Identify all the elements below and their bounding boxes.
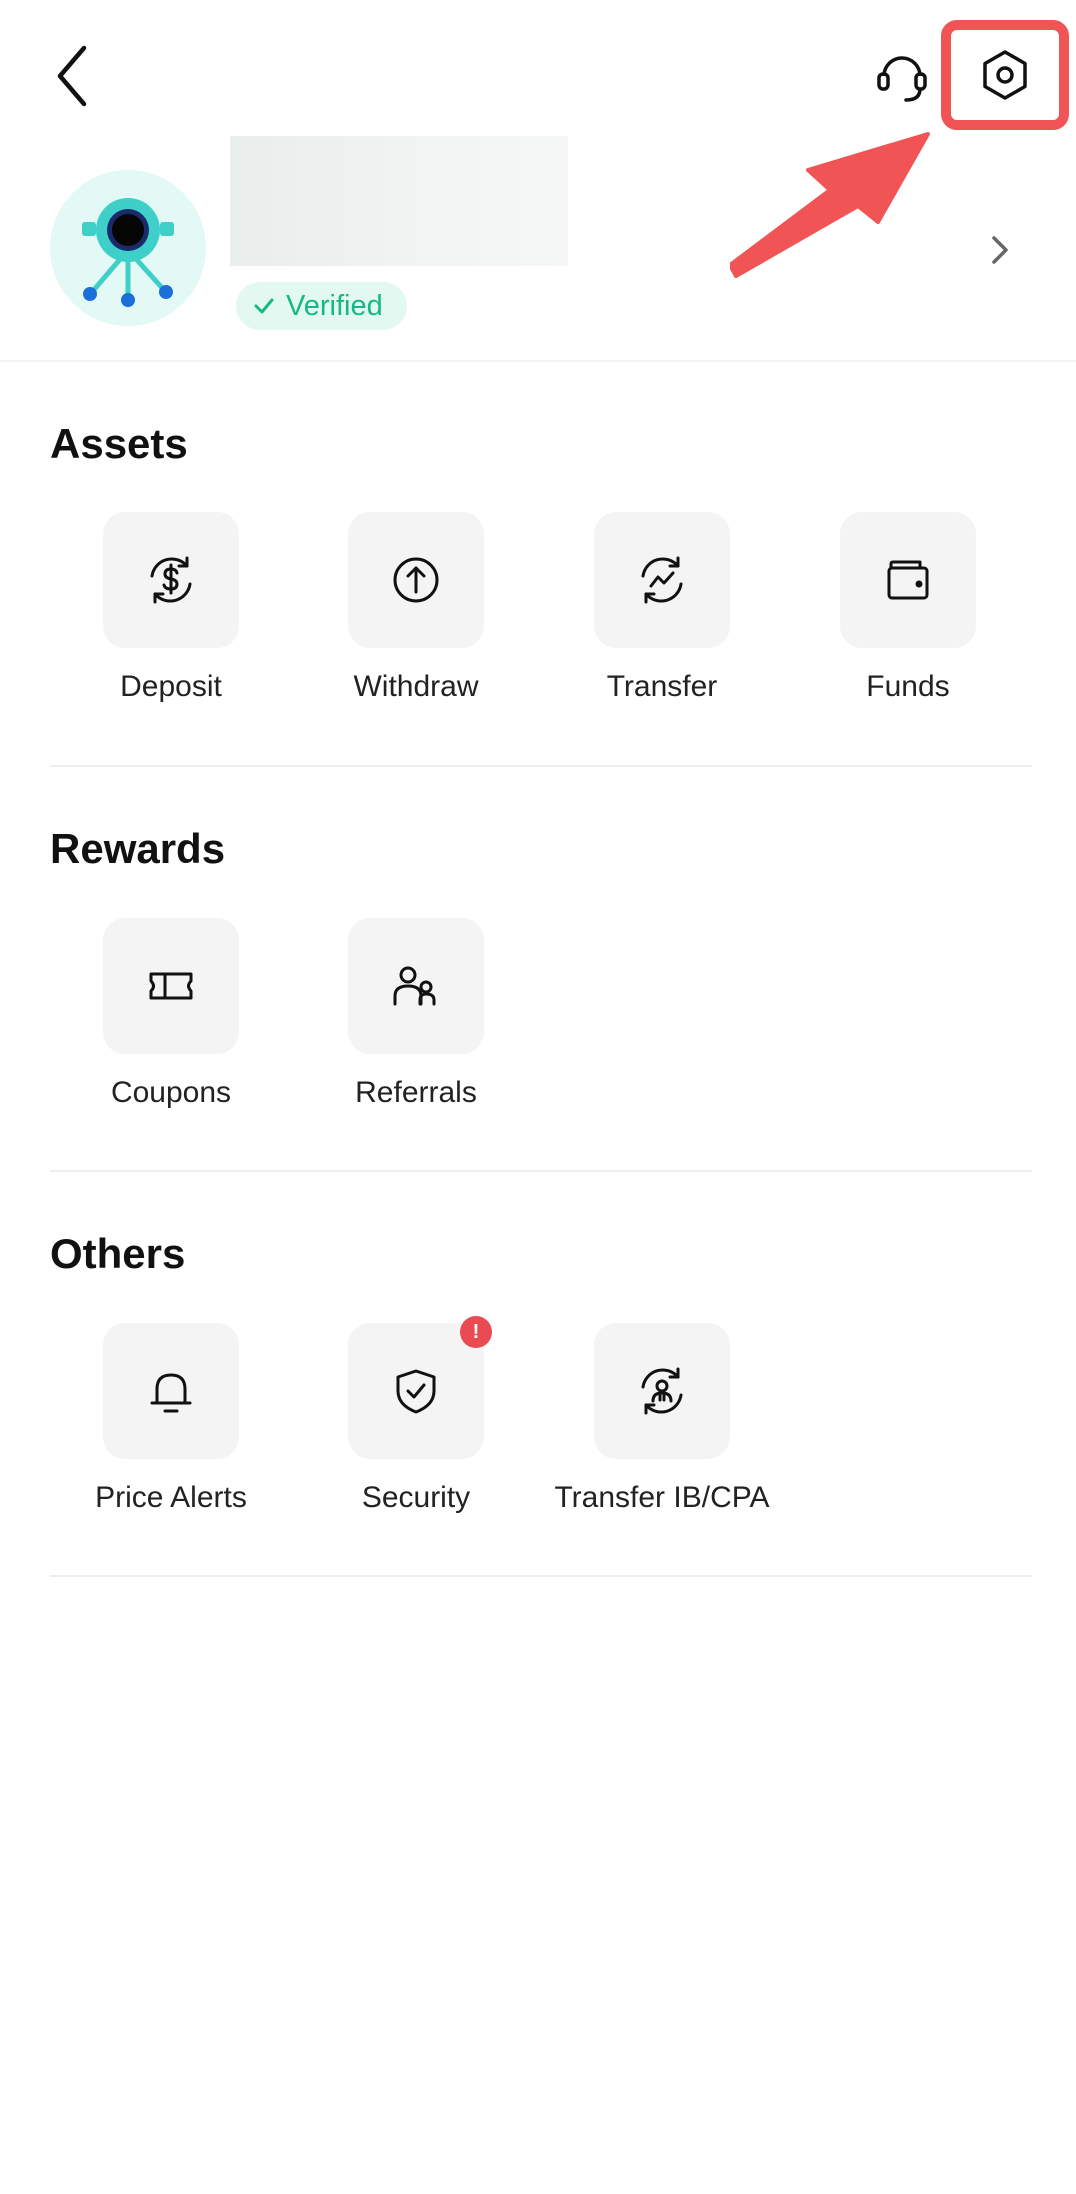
back-button[interactable]: [48, 40, 100, 112]
coupons-button[interactable]: Coupons: [61, 918, 281, 1110]
settings-button[interactable]: [941, 20, 1069, 130]
transfer-ib-cpa-tile: [594, 1323, 730, 1459]
security-button[interactable]: ! Security: [306, 1316, 526, 1515]
headset-icon: [877, 56, 927, 102]
price-alerts-label: Price Alerts: [95, 1481, 247, 1514]
verified-label: Verified: [286, 289, 383, 322]
withdraw-button[interactable]: Withdraw: [306, 512, 526, 704]
chart-cycle-icon: [641, 556, 683, 604]
wallet-icon: [887, 560, 929, 600]
section-title-rewards: Rewards: [50, 825, 226, 872]
profile-details-button[interactable]: [985, 230, 1015, 270]
username-redacted: [230, 136, 568, 266]
referrals-button[interactable]: Referrals: [306, 918, 526, 1110]
red-arrow-annotation: [730, 132, 930, 278]
divider: [50, 765, 1032, 767]
users-icon: [393, 966, 436, 1006]
referrals-tile: [348, 918, 484, 1054]
chevron-right-icon: [992, 236, 1008, 264]
divider: [0, 360, 1076, 362]
coupons-tile: [103, 918, 239, 1054]
withdraw-tile: [348, 512, 484, 648]
security-label: Security: [361, 1481, 471, 1514]
transfer-button[interactable]: Transfer: [552, 512, 772, 704]
coupons-label: Coupons: [110, 1076, 232, 1109]
funds-button[interactable]: Funds: [798, 512, 1018, 704]
transfer-tile: [594, 512, 730, 648]
transfer-label: Transfer: [606, 670, 718, 703]
person-cycle-icon: [641, 1367, 683, 1415]
arrow-up-circle-icon: [393, 557, 439, 603]
section-title-others: Others: [50, 1230, 186, 1277]
security-tile: !: [348, 1316, 492, 1459]
transfer-ib-cpa-button[interactable]: Transfer IB/CPA: [552, 1323, 772, 1515]
bell-icon: [150, 1373, 192, 1413]
deposit-label: Deposit: [120, 670, 222, 703]
divider: [50, 1170, 1032, 1172]
avatar[interactable]: [50, 170, 206, 326]
withdraw-label: Withdraw: [353, 670, 479, 703]
referrals-label: Referrals: [355, 1076, 477, 1109]
divider: [50, 1575, 1032, 1577]
section-title-assets: Assets: [50, 420, 188, 467]
verified-badge: Verified: [236, 282, 407, 330]
ticket-icon: [149, 972, 193, 1000]
alert-badge: !: [460, 1316, 492, 1348]
customer-support-button[interactable]: [872, 46, 932, 106]
shield-check-icon: [396, 1369, 436, 1414]
dollar-cycle-icon: [150, 556, 192, 604]
check-icon: [254, 298, 274, 314]
deposit-tile: [103, 512, 239, 648]
hexagon-gear-icon: [983, 50, 1027, 100]
funds-tile: [840, 512, 976, 648]
deposit-button[interactable]: Deposit: [61, 512, 281, 704]
transfer-ib-cpa-label: Transfer IB/CPA: [554, 1481, 770, 1514]
chevron-left-icon: [57, 45, 87, 107]
funds-label: Funds: [866, 670, 950, 703]
price-alerts-tile: [103, 1323, 239, 1459]
robot-eye-avatar-icon: [82, 198, 174, 307]
price-alerts-button[interactable]: Price Alerts: [61, 1323, 281, 1515]
